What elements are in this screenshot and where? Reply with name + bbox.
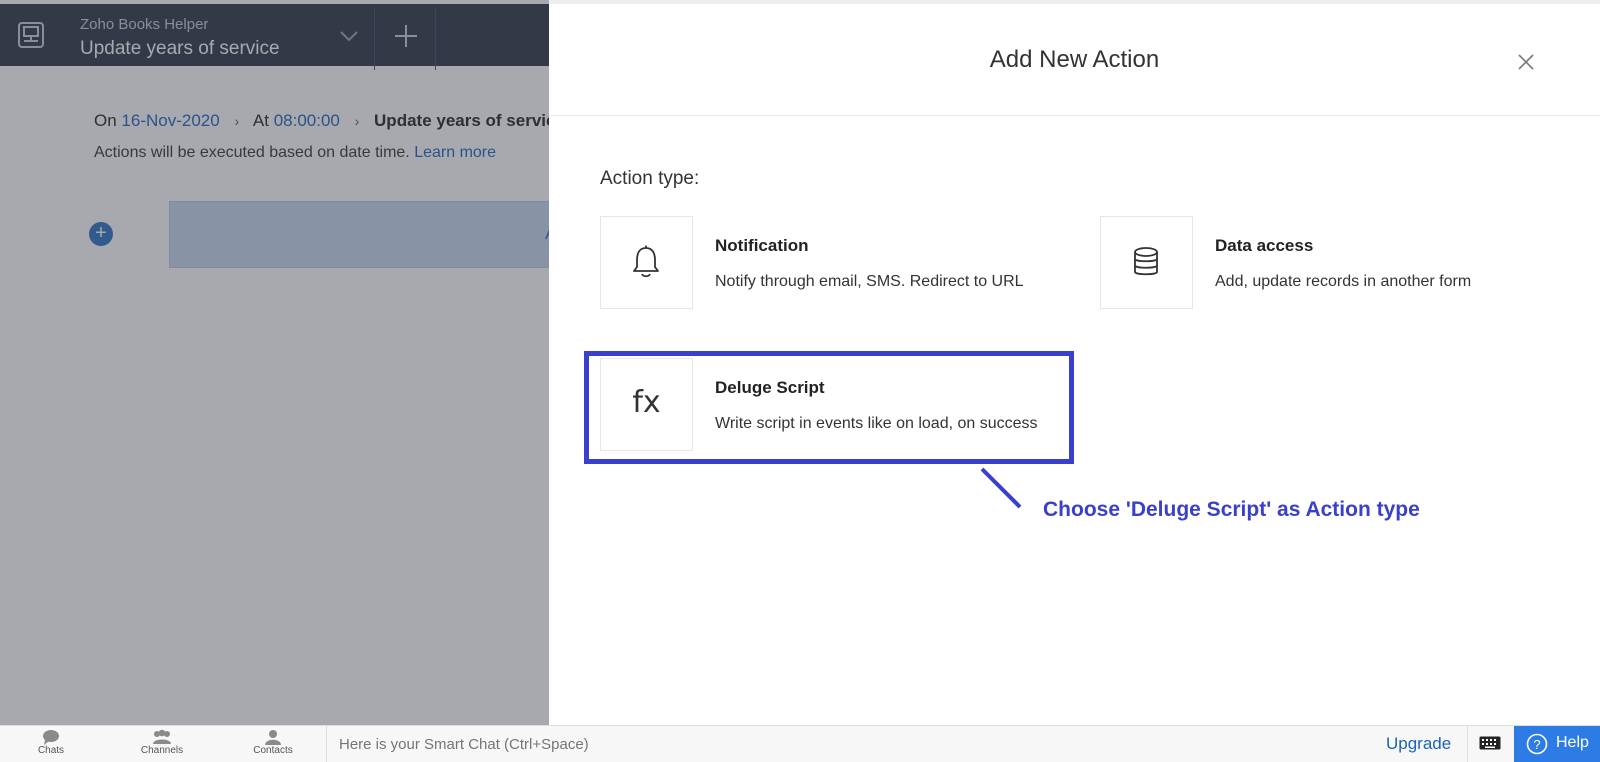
action-type-label: Action type: bbox=[600, 168, 700, 189]
person-icon bbox=[265, 730, 281, 745]
contacts-tab[interactable]: Contacts bbox=[238, 728, 308, 756]
help-label: Help bbox=[1556, 734, 1589, 751]
annotation-callout-line bbox=[980, 467, 1022, 509]
modal-title: Add New Action bbox=[989, 46, 1160, 73]
database-icon bbox=[1100, 216, 1193, 309]
smart-chat-input[interactable] bbox=[337, 735, 1041, 754]
upgrade-link[interactable]: Upgrade bbox=[1386, 734, 1451, 754]
action-card-data-access[interactable]: Data access Add, update records in anoth… bbox=[1100, 216, 1560, 309]
annotation-callout-text: Choose 'Deluge Script' as Action type bbox=[1043, 498, 1420, 521]
bottom-chat-bar: Chats Channels Contacts Upgrade bbox=[0, 725, 1600, 762]
channels-label: Channels bbox=[140, 745, 184, 756]
chat-bubble-icon bbox=[43, 730, 59, 745]
action-card-notification[interactable]: Notification Notify through email, SMS. … bbox=[600, 216, 1070, 309]
bell-icon bbox=[600, 216, 693, 309]
question-circle-icon: ? bbox=[1526, 733, 1548, 755]
card-description: Notify through email, SMS. Redirect to U… bbox=[715, 273, 1024, 290]
add-action-modal: Add New Action Action type: Notification… bbox=[549, 0, 1600, 729]
contacts-label: Contacts bbox=[253, 745, 293, 756]
group-icon bbox=[153, 729, 171, 744]
bottom-bar-divider bbox=[326, 726, 327, 762]
modal-backdrop[interactable] bbox=[0, 0, 549, 725]
chats-label: Chats bbox=[37, 745, 65, 756]
annotation-highlight-box bbox=[584, 351, 1074, 464]
modal-header: Add New Action bbox=[549, 4, 1600, 116]
card-description: Add, update records in another form bbox=[1215, 273, 1472, 290]
card-title: Notification bbox=[715, 236, 809, 255]
help-button[interactable]: ? Help bbox=[1514, 726, 1600, 762]
close-icon[interactable] bbox=[1515, 51, 1537, 73]
channels-tab[interactable]: Channels bbox=[127, 728, 197, 756]
chats-tab[interactable]: Chats bbox=[16, 728, 86, 756]
keyboard-icon[interactable] bbox=[1479, 736, 1501, 755]
app-background-pane: Zoho Books Helper Update years of servic… bbox=[0, 0, 549, 725]
card-title: Data access bbox=[1215, 236, 1314, 255]
svg-text:?: ? bbox=[1533, 737, 1540, 752]
bottom-bar-divider bbox=[1467, 726, 1468, 762]
